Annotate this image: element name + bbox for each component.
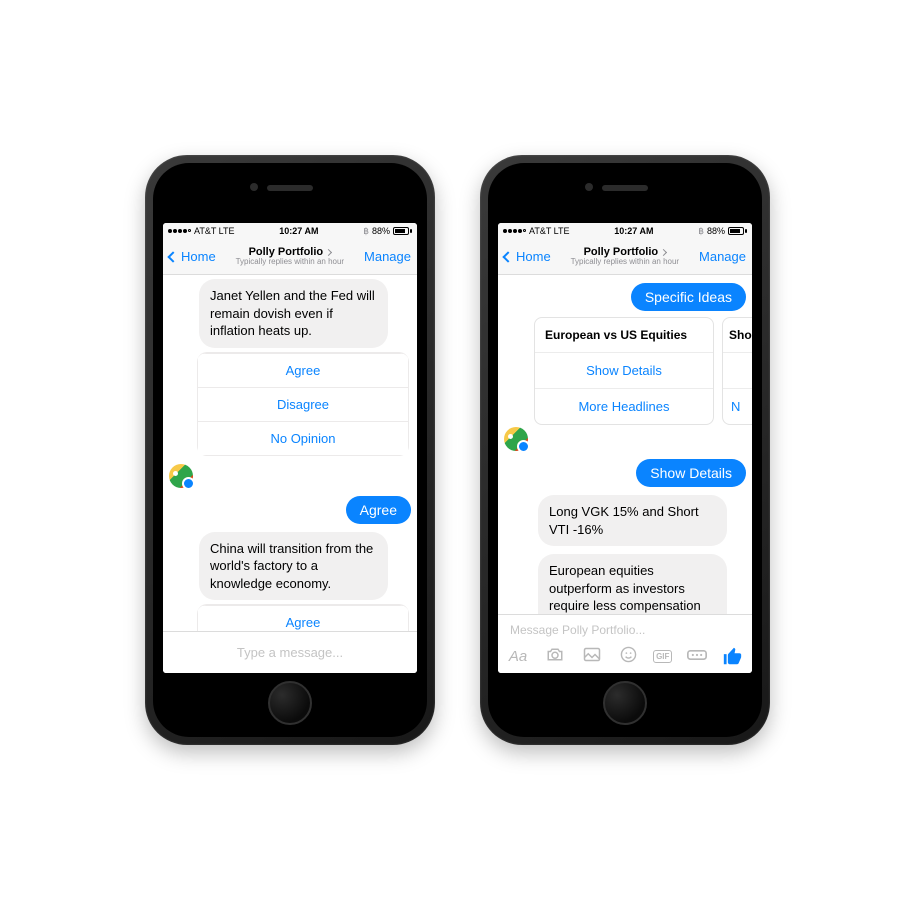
more-icon[interactable]: [685, 648, 709, 665]
bot-message: Janet Yellen and the Fed will remain dov…: [199, 279, 388, 348]
quick-reply-agree[interactable]: Agree: [197, 605, 409, 631]
chat-subtitle: Typically replies within an hour: [216, 258, 364, 267]
battery-icon: [728, 227, 747, 235]
quick-reply-agree[interactable]: Agree: [197, 353, 409, 387]
phone-camera: [250, 183, 258, 191]
card-title: European vs US Equities: [535, 318, 713, 352]
bot-avatar[interactable]: [504, 427, 528, 451]
status-bar: AT&T LTE 10:27 AM ฿ 88%: [163, 223, 417, 239]
back-button[interactable]: Home: [504, 249, 551, 264]
card-button[interactable]: N: [723, 388, 752, 424]
card-show-details-button[interactable]: Show Details: [535, 352, 713, 388]
chat-subtitle: Typically replies within an hour: [551, 258, 699, 267]
back-button[interactable]: Home: [169, 249, 216, 264]
user-message: Agree: [346, 496, 411, 524]
user-message: Show Details: [636, 459, 746, 487]
message-input[interactable]: Message Polly Portfolio...: [504, 619, 746, 641]
bot-message: China will transition from the world's f…: [199, 532, 388, 601]
emoji-icon[interactable]: [616, 646, 640, 667]
manage-button[interactable]: Manage: [699, 249, 746, 264]
nav-bar: Home Polly Portfolio Typically replies w…: [163, 239, 417, 275]
camera-icon[interactable]: [543, 647, 567, 666]
clock: 10:27 AM: [614, 226, 653, 236]
battery-icon: [393, 227, 412, 235]
card-more-headlines-button[interactable]: More Headlines: [535, 388, 713, 424]
phone-mockup-1: AT&T LTE 10:27 AM ฿ 88% Home: [145, 155, 435, 745]
manage-button[interactable]: Manage: [364, 249, 411, 264]
bluetooth-icon: ฿: [363, 226, 369, 237]
home-button[interactable]: [268, 681, 312, 725]
carrier-label: AT&T LTE: [194, 226, 235, 236]
bot-avatar[interactable]: [169, 464, 193, 488]
chevron-left-icon: [167, 251, 178, 262]
card-carousel[interactable]: European vs US Equities Show Details Mor…: [534, 317, 752, 425]
card-button[interactable]: [723, 352, 752, 388]
clock: 10:27 AM: [279, 226, 318, 236]
chat-scroll[interactable]: Specific Ideas European vs US Equities S…: [498, 275, 752, 614]
quick-reply-noopinion[interactable]: No Opinion: [197, 421, 409, 456]
card-title: Short: [723, 318, 752, 352]
chevron-right-icon: [660, 249, 667, 256]
home-button[interactable]: [603, 681, 647, 725]
like-button[interactable]: [722, 645, 744, 667]
back-label: Home: [181, 249, 216, 264]
message-input-placeholder: Message Polly Portfolio...: [510, 623, 645, 637]
composer: Message Polly Portfolio... Aa: [498, 614, 752, 673]
phone-camera: [585, 183, 593, 191]
chat-scroll[interactable]: Janet Yellen and the Fed will remain dov…: [163, 275, 417, 631]
gallery-icon[interactable]: [580, 647, 604, 666]
phone-speaker: [267, 185, 313, 191]
bot-message: European equities outperform as investor…: [538, 554, 727, 614]
chevron-left-icon: [502, 251, 513, 262]
chevron-right-icon: [325, 249, 332, 256]
bluetooth-icon: ฿: [698, 226, 704, 237]
back-label: Home: [516, 249, 551, 264]
status-bar: AT&T LTE 10:27 AM ฿ 88%: [498, 223, 752, 239]
gif-button[interactable]: GIF: [653, 650, 672, 663]
phone-speaker: [602, 185, 648, 191]
text-format-button[interactable]: Aa: [506, 648, 530, 665]
idea-card: European vs US Equities Show Details Mor…: [534, 317, 714, 425]
quick-reply-list: Agree Disagree No Opinion: [197, 604, 409, 631]
battery-percent: 88%: [372, 226, 390, 236]
user-message: Specific Ideas: [631, 283, 746, 311]
bot-message: Long VGK 15% and Short VTI -16%: [538, 495, 727, 546]
quick-reply-disagree[interactable]: Disagree: [197, 387, 409, 421]
idea-card: Short N: [722, 317, 752, 425]
message-input[interactable]: Type a message...: [163, 631, 417, 673]
battery-percent: 88%: [707, 226, 725, 236]
phone-mockup-2: AT&T LTE 10:27 AM ฿ 88% Home: [480, 155, 770, 745]
message-input-placeholder: Type a message...: [237, 645, 343, 660]
carrier-label: AT&T LTE: [529, 226, 570, 236]
nav-bar: Home Polly Portfolio Typically replies w…: [498, 239, 752, 275]
quick-reply-list: Agree Disagree No Opinion: [197, 352, 409, 456]
